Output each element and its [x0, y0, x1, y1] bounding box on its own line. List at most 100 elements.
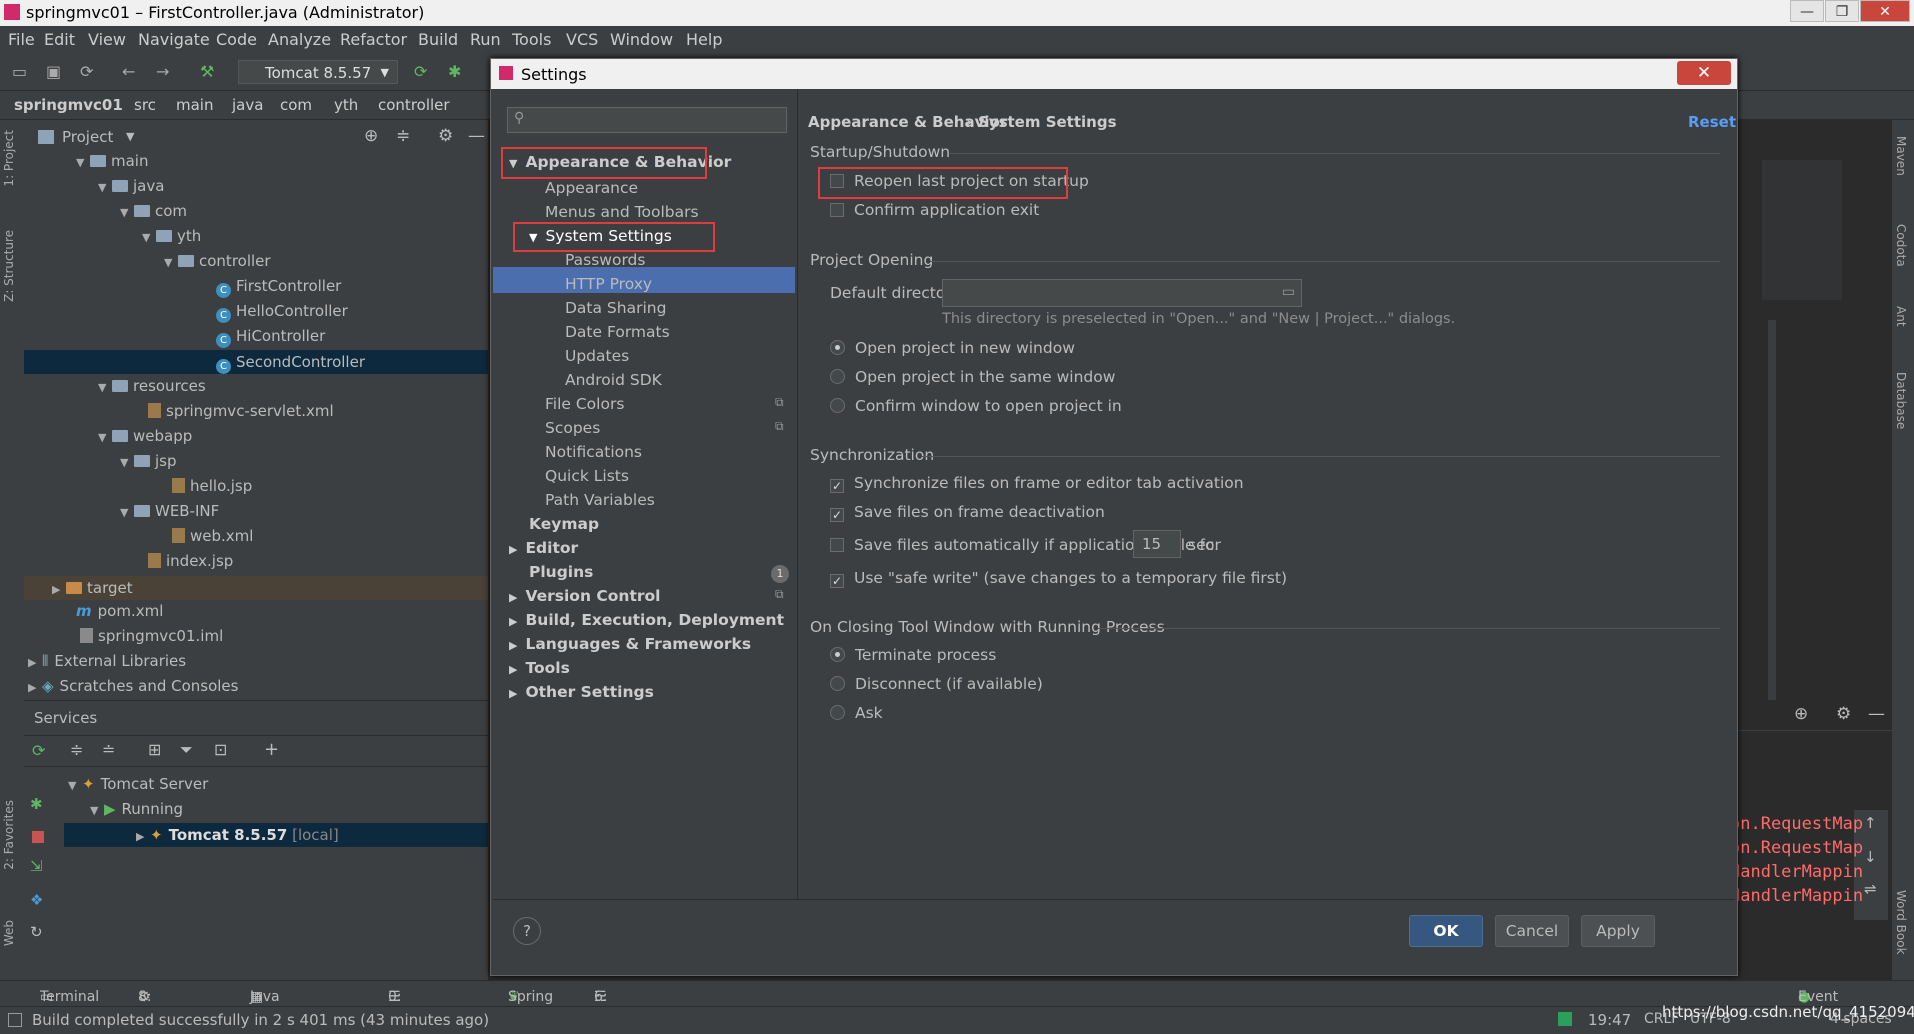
- minimize-button[interactable]: —: [1790, 0, 1824, 22]
- filter-icon[interactable]: ⏷: [180, 740, 193, 760]
- checkbox[interactable]: [830, 538, 844, 552]
- tab-maven[interactable]: Maven: [1894, 136, 1908, 176]
- close-window-button[interactable]: ✕: [1860, 0, 1910, 22]
- group-icon[interactable]: ⊞: [148, 740, 161, 759]
- sync-files-checkbox[interactable]: ✓ Synchronize files on frame or editor ta…: [830, 474, 1244, 493]
- radio-confirm-window[interactable]: Confirm window to open project in: [830, 397, 1122, 415]
- rerun-icon[interactable]: ⟳: [414, 62, 427, 81]
- tab-structure[interactable]: Z: Structure: [2, 230, 16, 302]
- refresh-icon[interactable]: ↻: [30, 923, 43, 941]
- tree-item[interactable]: ▼ java: [98, 177, 164, 201]
- soft-wrap-icon[interactable]: ⇌: [1864, 880, 1877, 898]
- help-button[interactable]: ?: [513, 917, 541, 945]
- menu-file[interactable]: File: [8, 30, 35, 49]
- expand-all-icon[interactable]: ≑: [70, 740, 83, 759]
- apply-button[interactable]: Apply: [1581, 915, 1655, 947]
- back-icon[interactable]: ←: [122, 62, 135, 81]
- status-toggle-icon[interactable]: [8, 1013, 22, 1027]
- collapse-all-icon[interactable]: ≐: [102, 740, 115, 759]
- rerun-icon[interactable]: ⟳: [32, 741, 45, 760]
- settings-search-input[interactable]: ⚲: [507, 107, 787, 133]
- nav-build[interactable]: ▶ Build, Execution, Deployment: [509, 611, 784, 629]
- tree-item[interactable]: hello.jsp: [172, 477, 252, 501]
- build-hammer-icon[interactable]: ⚒: [200, 62, 214, 81]
- tab-project[interactable]: 1: Project: [2, 130, 16, 187]
- nav-notifications[interactable]: Notifications: [545, 443, 642, 461]
- menu-window[interactable]: Window: [610, 30, 673, 49]
- save-on-deactivation-checkbox[interactable]: ✓ Save files on frame deactivation: [830, 503, 1105, 522]
- stop-icon[interactable]: [32, 831, 44, 843]
- artifact-icon[interactable]: ❖: [30, 891, 43, 909]
- safe-write-checkbox[interactable]: ✓ Use "safe write" (save changes to a tem…: [830, 569, 1287, 588]
- tab-web[interactable]: Web: [2, 920, 16, 946]
- restore-button[interactable]: ❐: [1825, 0, 1859, 22]
- menu-code[interactable]: Code: [216, 30, 257, 49]
- nav-languages[interactable]: ▶ Languages & Frameworks: [509, 635, 751, 653]
- browse-folder-icon[interactable]: ▭: [1282, 284, 1295, 300]
- cancel-button[interactable]: Cancel: [1495, 915, 1569, 947]
- tree-item-selected[interactable]: C SecondController: [24, 350, 488, 374]
- tab-favorites[interactable]: 2: Favorites: [2, 800, 16, 870]
- nav-updates[interactable]: Updates: [565, 347, 629, 365]
- tree-item[interactable]: index.jsp: [148, 552, 233, 576]
- ok-button[interactable]: OK: [1409, 915, 1483, 947]
- tree-item[interactable]: ▼ yth: [142, 227, 201, 251]
- tab-ant[interactable]: Ant: [1894, 306, 1908, 327]
- radio-button[interactable]: [830, 369, 845, 384]
- tree-item[interactable]: m pom.xml: [76, 602, 163, 626]
- debug-icon[interactable]: ✱: [30, 795, 43, 813]
- menu-tools[interactable]: Tools: [512, 30, 551, 49]
- nav-path-variables[interactable]: Path Variables: [545, 491, 655, 509]
- tree-item[interactable]: ▼ resources: [98, 377, 206, 401]
- tree-item[interactable]: C FirstController: [216, 277, 341, 301]
- caret-position[interactable]: 19:47: [1588, 1011, 1631, 1029]
- locate-icon[interactable]: ⊕: [364, 126, 378, 146]
- breadcrumb-project[interactable]: springmvc01: [14, 96, 123, 114]
- idle-seconds-field[interactable]: 15: [1133, 530, 1181, 558]
- nav-editor[interactable]: ▶ Editor: [509, 539, 578, 557]
- nav-date-formats[interactable]: Date Formats: [565, 323, 670, 341]
- menu-view[interactable]: View: [88, 30, 126, 49]
- tree-item[interactable]: C HiController: [216, 327, 325, 351]
- arrow-down-icon[interactable]: ↓: [1864, 848, 1877, 866]
- tree-item[interactable]: ▼ com: [120, 202, 187, 226]
- minimize-icon[interactable]: —: [468, 126, 485, 146]
- breadcrumb-java[interactable]: java: [232, 96, 263, 114]
- tree-item[interactable]: ▼ WEB-INF: [120, 502, 219, 526]
- project-view-title[interactable]: Project: [62, 128, 113, 146]
- tree-item[interactable]: ▼ controller: [164, 252, 271, 276]
- scrollbar[interactable]: [1768, 320, 1776, 700]
- tree-item-running[interactable]: ▼ ▶ Running: [90, 800, 183, 824]
- radio-button[interactable]: [830, 647, 845, 662]
- save-icon[interactable]: ▣: [46, 62, 61, 81]
- nav-tools[interactable]: ▶ Tools: [509, 659, 570, 677]
- tree-item[interactable]: ▶ target: [24, 576, 488, 600]
- radio-disconnect[interactable]: Disconnect (if available): [830, 675, 1043, 693]
- menu-refactor[interactable]: Refactor: [340, 30, 407, 49]
- radio-terminate-process[interactable]: Terminate process: [830, 646, 996, 664]
- debug-icon[interactable]: ✱: [448, 62, 461, 81]
- tree-item[interactable]: ▼ jsp: [120, 452, 177, 476]
- nav-keymap[interactable]: Keymap: [529, 515, 599, 533]
- nav-data-sharing[interactable]: Data Sharing: [565, 299, 666, 317]
- run-configuration-select[interactable]: Tomcat 8.5.57 ▼: [238, 60, 398, 84]
- tree-item-server[interactable]: ▼ ✦ Tomcat Server: [68, 775, 208, 799]
- menu-analyze[interactable]: Analyze: [268, 30, 331, 49]
- menu-help[interactable]: Help: [686, 30, 722, 49]
- menu-build[interactable]: Build: [418, 30, 458, 49]
- search-field[interactable]: [532, 110, 784, 130]
- checkbox[interactable]: [830, 203, 844, 217]
- nav-scopes[interactable]: Scopes: [545, 419, 600, 437]
- open-folder-icon[interactable]: ▭: [12, 62, 27, 81]
- forward-icon[interactable]: →: [156, 62, 169, 81]
- nav-passwords[interactable]: Passwords: [565, 251, 645, 269]
- nav-appearance[interactable]: Appearance: [545, 179, 638, 197]
- breadcrumb-controller[interactable]: controller: [378, 96, 450, 114]
- tree-item[interactable]: springmvc-servlet.xml: [148, 402, 334, 426]
- gear-icon[interactable]: ⚙: [438, 126, 453, 146]
- tab-database[interactable]: Database: [1894, 372, 1908, 429]
- tab-codota[interactable]: Codota: [1894, 224, 1908, 267]
- checkbox-checked[interactable]: ✓: [830, 479, 844, 493]
- new-tab-icon[interactable]: ⊡: [214, 740, 227, 759]
- tree-item-tomcat-instance[interactable]: ▶ ✦ Tomcat 8.5.57 [local]: [64, 823, 488, 847]
